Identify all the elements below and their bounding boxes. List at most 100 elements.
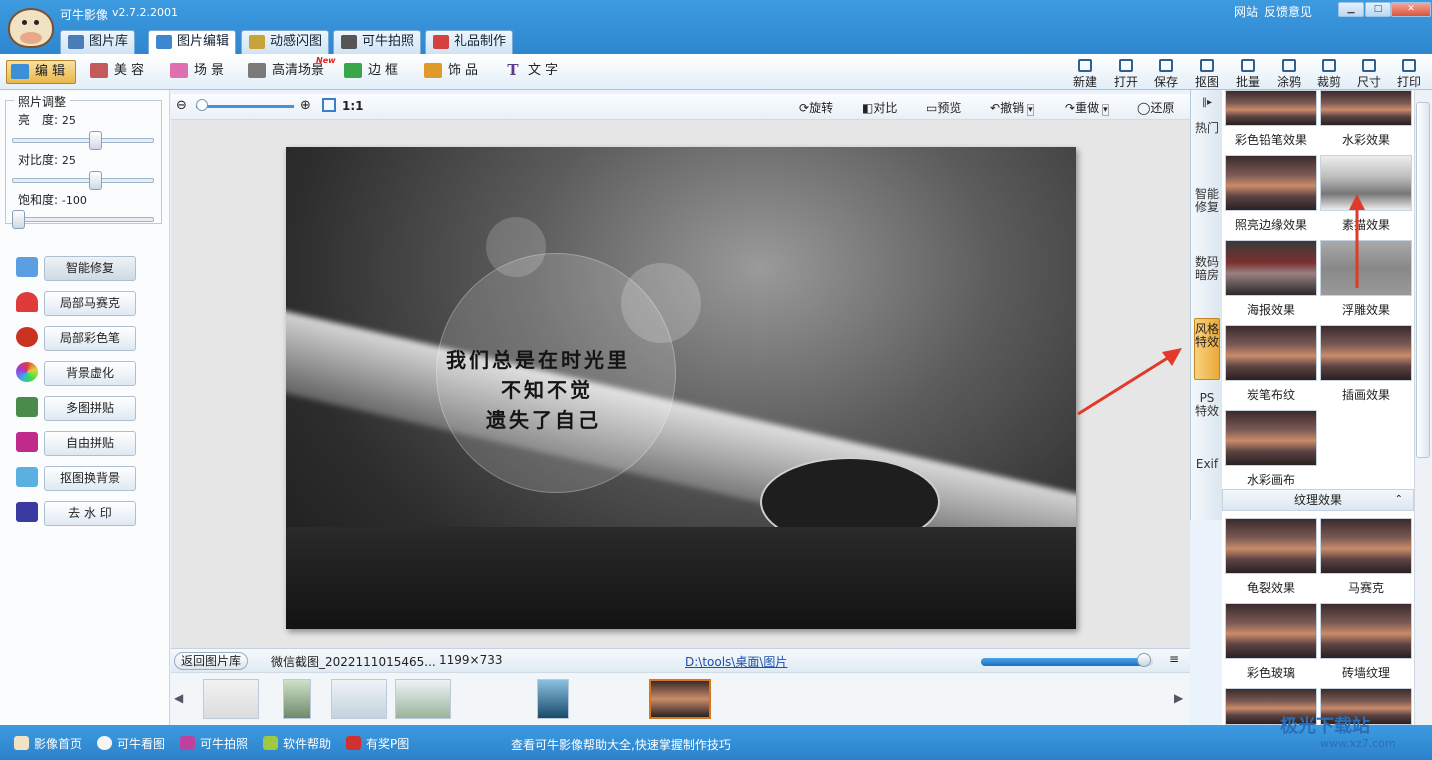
- new-badge: New: [316, 56, 336, 65]
- camera-link[interactable]: 可牛拍照: [180, 735, 248, 752]
- effect-thumb[interactable]: [1225, 90, 1317, 126]
- film-thumb[interactable]: [203, 679, 259, 719]
- effect-thumb[interactable]: [1320, 518, 1412, 574]
- open-button[interactable]: 打开: [1107, 58, 1145, 89]
- effect-thumb[interactable]: [1225, 325, 1317, 381]
- undo-dropdown-icon[interactable]: ▾: [1027, 104, 1034, 116]
- collapse-up-icon[interactable]: ⌃: [1395, 490, 1403, 510]
- effect-thumb[interactable]: [1320, 603, 1412, 659]
- saturation-label: 饱和度: -100: [18, 191, 87, 208]
- batch-button[interactable]: 批量: [1229, 58, 1267, 89]
- saturation-slider[interactable]: [12, 217, 154, 222]
- cutout-background-icon: [16, 467, 38, 487]
- zoom-out-icon[interactable]: ⊖: [176, 98, 187, 113]
- tab-library[interactable]: 图片库: [60, 30, 136, 54]
- vtab-exif[interactable]: Exif: [1194, 458, 1220, 471]
- restore-button[interactable]: ◯还原: [1137, 99, 1174, 116]
- background-blur-button[interactable]: 背景虚化: [44, 361, 136, 386]
- cutout-background-button[interactable]: 抠图换背景: [44, 466, 136, 491]
- prize-link[interactable]: 有奖P图: [346, 735, 409, 752]
- help-hint-link[interactable]: 查看可牛影像帮助大全,快速掌握制作技巧: [511, 736, 731, 753]
- print-button[interactable]: 打印: [1390, 58, 1428, 89]
- preview-button[interactable]: ▭预览: [926, 99, 961, 116]
- doodle-button[interactable]: 涂鸦: [1270, 58, 1308, 89]
- crop-icon: [1322, 59, 1336, 72]
- contrast-slider[interactable]: [12, 178, 154, 183]
- film-thumb[interactable]: [537, 679, 569, 719]
- crop-button[interactable]: 裁剪: [1310, 58, 1348, 89]
- home-link[interactable]: 影像首页: [14, 735, 82, 752]
- contrast-slider-thumb[interactable]: [89, 171, 103, 190]
- edited-photo[interactable]: 我们总是在时光里 不知不觉 遗失了自己: [286, 147, 1076, 629]
- file-path-link[interactable]: D:\tools\桌面\图片: [685, 653, 787, 670]
- zoom-in-icon[interactable]: ⊕: [300, 98, 311, 113]
- vtab-darkroom[interactable]: 数码暗房: [1194, 256, 1220, 282]
- tool-tab-scene[interactable]: 场景: [166, 60, 234, 84]
- smart-repair-button[interactable]: 智能修复: [44, 256, 136, 281]
- free-collage-button[interactable]: 自由拼贴: [44, 431, 136, 456]
- effect-thumb[interactable]: [1225, 603, 1317, 659]
- effect-thumb[interactable]: [1225, 240, 1317, 296]
- save-button[interactable]: 保存: [1147, 58, 1185, 89]
- tab-gift[interactable]: 礼品制作: [425, 30, 514, 54]
- compare-button[interactable]: ◧对比: [862, 99, 897, 116]
- tool-tab-accessory[interactable]: 饰品: [420, 60, 488, 84]
- vtab-hot[interactable]: 热门: [1194, 122, 1220, 135]
- redo-dropdown-icon[interactable]: ▾: [1102, 104, 1109, 116]
- effect-thumb[interactable]: [1225, 155, 1317, 211]
- redo-button[interactable]: ↷重做 ▾: [1065, 99, 1109, 116]
- size-button[interactable]: 尺寸: [1350, 58, 1388, 89]
- film-thumb[interactable]: [395, 679, 451, 719]
- tab-flash[interactable]: 动感闪图: [241, 30, 330, 54]
- feedback-link[interactable]: 反馈意见: [1264, 5, 1312, 19]
- tool-tab-text[interactable]: T 文字: [500, 60, 568, 84]
- app-name: 可牛影像: [60, 8, 109, 22]
- film-thumb[interactable]: [331, 679, 387, 719]
- fit-icon[interactable]: [322, 98, 336, 112]
- effect-thumb[interactable]: [1225, 410, 1317, 466]
- undo-button[interactable]: ↶撤销 ▾: [990, 99, 1034, 116]
- effects-scrollbar-thumb[interactable]: [1416, 102, 1430, 458]
- effect-thumb[interactable]: [1320, 325, 1412, 381]
- strip-right-icon[interactable]: ▶: [1174, 691, 1183, 705]
- maximize-button[interactable]: □: [1365, 2, 1391, 17]
- tool-tab-frame[interactable]: 边框: [340, 60, 408, 84]
- effect-thumb[interactable]: [1225, 518, 1317, 574]
- multi-collage-button[interactable]: 多图拼贴: [44, 396, 136, 421]
- viewer-link[interactable]: 可牛看图: [97, 735, 165, 752]
- tool-label: 打开: [1113, 75, 1138, 89]
- menu-icon[interactable]: ≡: [1169, 652, 1179, 666]
- texture-section-header[interactable]: 纹理效果 ⌃: [1222, 489, 1414, 511]
- effect-thumb[interactable]: [1320, 90, 1412, 126]
- actual-size-button[interactable]: 1:1: [342, 99, 364, 113]
- remove-watermark-button[interactable]: 去 水 印: [44, 501, 136, 526]
- collapse-icon[interactable]: ‖▸: [1194, 96, 1220, 109]
- brightness-slider[interactable]: [12, 138, 154, 143]
- film-thumb[interactable]: [283, 679, 311, 719]
- mosaic-button[interactable]: 局部马赛克: [44, 291, 136, 316]
- tool-tab-edit[interactable]: 编辑: [6, 60, 77, 84]
- vtab-style-effects[interactable]: 风格特效: [1194, 318, 1220, 380]
- tool-label: 抠图: [1194, 75, 1219, 89]
- strip-left-icon[interactable]: ◀: [174, 691, 183, 705]
- vtab-smart-repair[interactable]: 智能修复: [1194, 188, 1220, 214]
- cutout-button[interactable]: 抠图: [1188, 58, 1226, 89]
- vtab-ps-effects[interactable]: PS特效: [1194, 392, 1220, 418]
- saturation-slider-thumb[interactable]: [12, 210, 25, 229]
- zoom-slider[interactable]: [196, 105, 294, 108]
- website-link[interactable]: 网站: [1234, 5, 1258, 19]
- undo-label: 撤销: [1000, 101, 1025, 115]
- brightness-slider-thumb[interactable]: [89, 131, 103, 150]
- help-link[interactable]: 软件帮助: [263, 735, 331, 752]
- minimize-button[interactable]: ▁: [1338, 2, 1364, 17]
- tab-camera[interactable]: 可牛拍照: [333, 30, 422, 54]
- new-button[interactable]: 新建: [1066, 58, 1104, 89]
- film-thumb-selected[interactable]: [649, 679, 711, 719]
- close-button[interactable]: ✕: [1391, 2, 1431, 17]
- tool-tab-beauty[interactable]: 美容: [86, 60, 154, 84]
- rotate-button[interactable]: ⟳旋转: [799, 99, 833, 116]
- tab-edit[interactable]: 图片编辑: [148, 30, 237, 54]
- back-to-library-button[interactable]: 返回图片库: [174, 652, 249, 670]
- color-pen-button[interactable]: 局部彩色笔: [44, 326, 136, 351]
- zoom-slider-thumb[interactable]: [196, 99, 208, 111]
